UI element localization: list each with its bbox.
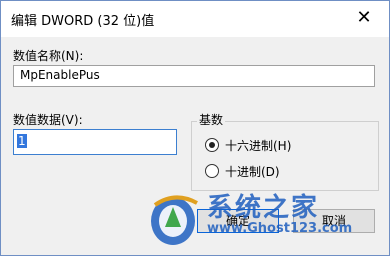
ok-button[interactable]: 确定 (197, 209, 279, 233)
value-name-field[interactable]: MpEnablePus (13, 65, 375, 87)
radio-hexadecimal[interactable]: 十六进制(H) (205, 136, 291, 154)
value-name-text: MpEnablePus (20, 68, 100, 82)
dialog-title: 编辑 DWORD (32 位)值 (11, 14, 155, 29)
close-icon[interactable]: ✕ (351, 7, 377, 29)
value-data-text: 1 (17, 134, 27, 148)
title-bar: 编辑 DWORD (32 位)值 ✕ (1, 1, 389, 37)
radio-unselected-icon (205, 164, 219, 178)
value-data-label: 数值数据(V): (13, 113, 83, 127)
cancel-button[interactable]: 取消 (293, 209, 375, 233)
radio-hexadecimal-label: 十六进制(H) (225, 138, 292, 153)
watermark-logo-icon (151, 195, 198, 245)
radio-selected-icon (205, 138, 219, 152)
radio-decimal[interactable]: 十进制(D) (205, 162, 280, 180)
edit-dword-dialog: 编辑 DWORD (32 位)值 ✕ 数值名称(N): MpEnablePus … (0, 0, 390, 256)
value-data-input[interactable]: 1 (13, 129, 177, 155)
radio-decimal-label: 十进制(D) (225, 164, 280, 179)
base-group-title: 基数 (197, 111, 226, 128)
value-name-label: 数值名称(N): (13, 49, 84, 63)
base-groupbox (191, 121, 379, 191)
